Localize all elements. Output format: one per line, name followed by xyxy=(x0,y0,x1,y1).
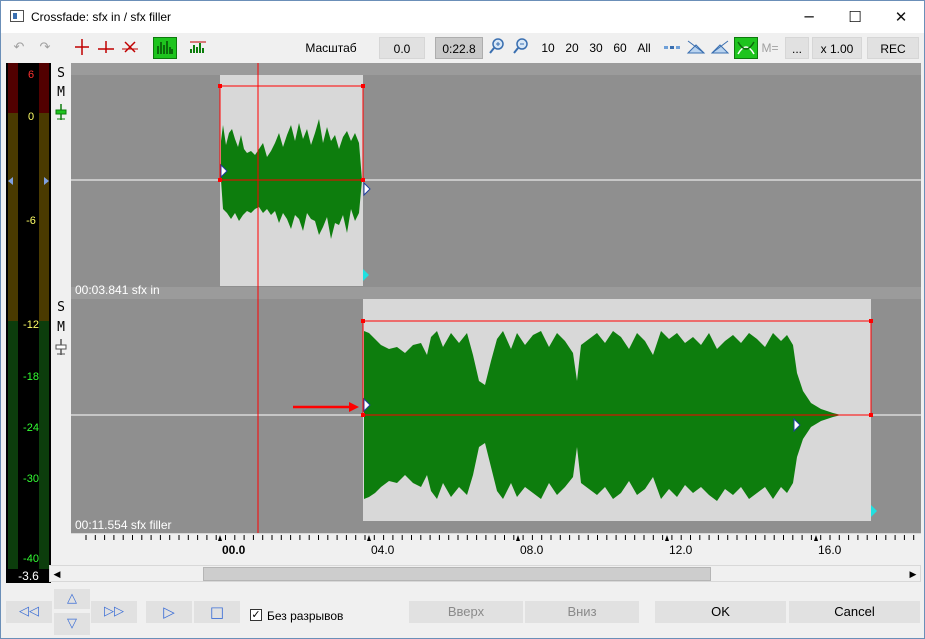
down-button[interactable]: Вниз xyxy=(525,601,639,623)
scroll-right-icon[interactable]: ▶ xyxy=(906,567,920,581)
track2-solo-button[interactable]: S xyxy=(54,301,68,315)
horizontal-scrollbar[interactable]: ◀ ▶ xyxy=(49,565,921,582)
scrollbar-thumb[interactable] xyxy=(203,567,711,581)
cancel-button[interactable]: Cancel xyxy=(789,601,920,623)
ruler-ticks xyxy=(71,533,921,541)
app-icon xyxy=(10,10,24,22)
duration-display: 0:22.8 xyxy=(435,37,483,59)
scale-label: Масштаб (дБ): xyxy=(305,41,357,77)
time-ruler[interactable]: 00.0 04.0 08.0 12.0 16.0 xyxy=(71,533,921,563)
spectrum-view-icon[interactable] xyxy=(186,37,210,59)
track1-solo-button[interactable]: S xyxy=(54,67,68,81)
title-bar: Crossfade: sfx in / sfx filler ─ ☐ ✕ xyxy=(1,1,924,33)
tracks-canvas[interactable]: 00:03.841 sfx in 00:11.554 sfx filler xyxy=(71,63,921,533)
track2-mute-button[interactable]: M xyxy=(54,321,68,335)
m-equal-button[interactable]: M= xyxy=(759,37,781,59)
level-meter: 6 0 -6 -12 -18 -24 -30 -40 -3.6 xyxy=(6,63,51,583)
fade-out-icon[interactable] xyxy=(709,37,731,59)
insert-marker-icon[interactable] xyxy=(95,37,117,59)
meter-peak-value: -3.6 xyxy=(6,569,51,583)
stop-button[interactable]: □ xyxy=(194,601,240,623)
scroll-left-icon[interactable]: ◀ xyxy=(50,567,64,581)
ruler-label-4: 16.0 xyxy=(818,543,842,557)
zoom-preset-10[interactable]: 10 xyxy=(539,37,557,59)
toolbar: ↶ ↷ Масштаб (дБ): 0.0 0:22.8 10 20 30 60… xyxy=(1,33,924,77)
meter-label-minus30: -30 xyxy=(23,473,39,485)
meter-label-minus18: -18 xyxy=(23,371,39,383)
window-title: Crossfade: sfx in / sfx filler xyxy=(31,10,172,24)
track2-clip-label: 00:11.554 sfx filler xyxy=(75,518,172,532)
rewind-button[interactable]: ◁◁ xyxy=(6,601,52,623)
track1-volume-icon[interactable] xyxy=(54,103,68,125)
undo-icon[interactable]: ↶ xyxy=(8,37,30,59)
play-button[interactable]: ▷ xyxy=(146,601,192,623)
track2-volume-icon[interactable] xyxy=(54,338,68,360)
remove-marker-icon[interactable] xyxy=(119,37,141,59)
fade-in-icon[interactable] xyxy=(685,37,707,59)
maximize-button[interactable]: ☐ xyxy=(832,1,878,33)
meter-label-minus40: -40 xyxy=(23,553,39,565)
meter-label-6: 6 xyxy=(27,69,35,81)
waveform-overlay xyxy=(71,63,921,533)
more-options-button[interactable]: ... xyxy=(785,37,809,59)
fade-segment-icon[interactable] xyxy=(661,37,683,59)
move-down-button[interactable]: ▽ xyxy=(54,613,90,635)
speed-button[interactable]: x 1.00 xyxy=(812,37,862,59)
zoom-preset-20[interactable]: 20 xyxy=(563,37,581,59)
zoom-preset-all[interactable]: All xyxy=(633,37,655,59)
meter-label-0: 0 xyxy=(27,111,35,123)
zoom-preset-30[interactable]: 30 xyxy=(587,37,605,59)
ruler-label-2: 08.0 xyxy=(520,543,544,557)
waveform-view-icon[interactable] xyxy=(153,37,177,59)
track1-mute-button[interactable]: M xyxy=(54,86,68,100)
zoom-in-icon[interactable] xyxy=(486,37,508,59)
record-button[interactable]: REC xyxy=(867,37,919,59)
track1-clip-label: 00:03.841 sfx in xyxy=(75,283,160,297)
scale-value-field[interactable]: 0.0 xyxy=(379,37,425,59)
split-marker-icon[interactable] xyxy=(71,37,93,59)
ruler-label-0: 00.0 xyxy=(222,543,246,557)
meter-label-minus12: -12 xyxy=(23,319,39,331)
redo-icon[interactable]: ↷ xyxy=(34,37,56,59)
no-gaps-checkbox[interactable]: ✓ xyxy=(250,609,262,621)
minimize-button[interactable]: ─ xyxy=(786,1,832,33)
ruler-label-1: 04.0 xyxy=(371,543,395,557)
track1-waveform xyxy=(221,119,362,239)
crossfade-window: Crossfade: sfx in / sfx filler ─ ☐ ✕ ↶ ↷… xyxy=(0,0,925,639)
close-button[interactable]: ✕ xyxy=(878,1,924,33)
zoom-preset-60[interactable]: 60 xyxy=(611,37,629,59)
ruler-label-3: 12.0 xyxy=(669,543,693,557)
track2-waveform xyxy=(364,331,841,501)
meter-label-minus24: -24 xyxy=(23,422,39,434)
meter-label-minus6: -6 xyxy=(26,215,36,227)
no-gaps-label: Без разрывов xyxy=(267,609,344,623)
crossfade-curve-icon[interactable] xyxy=(734,37,758,59)
forward-button[interactable]: ▷▷ xyxy=(91,601,137,623)
meter-marks xyxy=(8,177,49,185)
ok-button[interactable]: OK xyxy=(655,601,786,623)
move-up-button[interactable]: △ xyxy=(54,589,90,609)
up-button[interactable]: Вверх xyxy=(409,601,523,623)
zoom-out-icon[interactable] xyxy=(510,37,532,59)
